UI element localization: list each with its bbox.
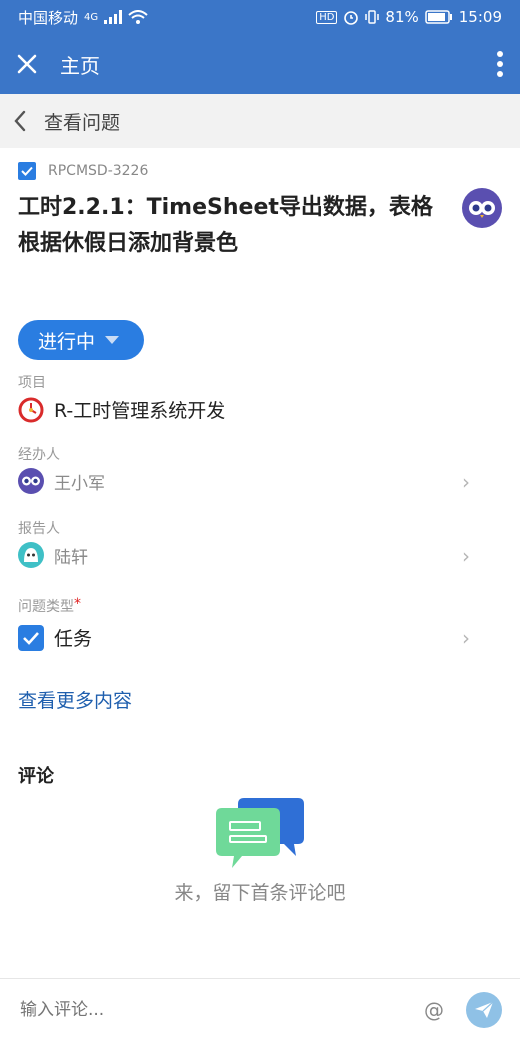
- issue-type-value: 任务: [54, 628, 93, 650]
- avatar[interactable]: [462, 188, 502, 228]
- app-title: 主页: [60, 53, 100, 78]
- network-label: 4G: [84, 11, 99, 23]
- project-name: R-工时管理系统开发: [54, 400, 226, 422]
- issue-key-row: RPCMSD-3226: [18, 162, 148, 180]
- comment-input[interactable]: [18, 998, 424, 1021]
- send-icon: [475, 1001, 494, 1018]
- status-label: 进行中: [38, 330, 96, 353]
- sub-header: 查看问题: [0, 94, 520, 148]
- send-button[interactable]: [466, 991, 502, 1028]
- project-value-row: R-工时管理系统开发: [18, 396, 225, 423]
- issue-key: RPCMSD-3226: [48, 163, 149, 179]
- status-dropdown[interactable]: 进行中: [18, 320, 144, 360]
- app-bar: 主页: [0, 34, 520, 94]
- issue-type-label-text: 问题类型: [18, 599, 74, 615]
- view-more-link[interactable]: 查看更多内容: [18, 686, 132, 713]
- project-logo-icon: [18, 397, 44, 422]
- close-icon[interactable]: [16, 53, 38, 75]
- chevron-right-icon[interactable]: ›: [462, 470, 470, 494]
- carrier-label: 中国移动: [18, 8, 79, 27]
- chevron-right-icon[interactable]: ›: [462, 544, 470, 568]
- vibrate-icon: [365, 10, 380, 24]
- battery-icon: [425, 10, 452, 24]
- empty-comments-icon: [216, 798, 304, 868]
- comment-input-bar: @: [0, 978, 520, 1040]
- task-checkbox-icon: [18, 162, 36, 180]
- required-marker: *: [74, 596, 81, 612]
- assignee-name: 王小军: [54, 473, 105, 494]
- page-title: 查看问题: [44, 111, 121, 134]
- hd-icon: HD: [316, 10, 338, 24]
- status-bar: 中国移动 4G HD 81% 15:09: [0, 0, 520, 34]
- mention-button[interactable]: @: [424, 998, 444, 1022]
- reporter-name: 陆轩: [54, 547, 88, 568]
- issue-type-row[interactable]: 任务: [18, 624, 92, 651]
- clock: 15:09: [458, 8, 502, 26]
- avatar: [18, 468, 44, 494]
- task-checkbox-icon: [18, 624, 44, 651]
- project-label: 项目: [18, 375, 46, 391]
- assignee-label: 经办人: [18, 447, 60, 463]
- issue-type-label: 问题类型*: [18, 596, 81, 616]
- owl-face-icon: [469, 201, 495, 218]
- more-vert-icon[interactable]: [496, 51, 504, 77]
- chevron-right-icon[interactable]: ›: [462, 626, 470, 650]
- empty-comments-text: 来，留下首条评论吧: [174, 882, 346, 904]
- avatar: [18, 542, 44, 568]
- reporter-row[interactable]: 陆轩: [18, 542, 88, 568]
- caret-down-icon: [105, 336, 120, 344]
- signal-icon: [104, 10, 123, 24]
- battery-percent: 81%: [385, 8, 419, 26]
- wifi-icon: [128, 10, 148, 24]
- chevron-left-icon[interactable]: [12, 109, 28, 133]
- reporter-label: 报告人: [18, 521, 60, 537]
- alarm-icon: [344, 11, 359, 25]
- issue-detail: RPCMSD-3226 工时2.2.1：TimeSheet导出数据，表格根据休假…: [0, 148, 520, 978]
- assignee-row[interactable]: 王小军: [18, 468, 105, 494]
- issue-title: 工时2.2.1：TimeSheet导出数据，表格根据休假日添加背景色: [18, 195, 433, 256]
- comments-heading: 评论: [18, 766, 54, 787]
